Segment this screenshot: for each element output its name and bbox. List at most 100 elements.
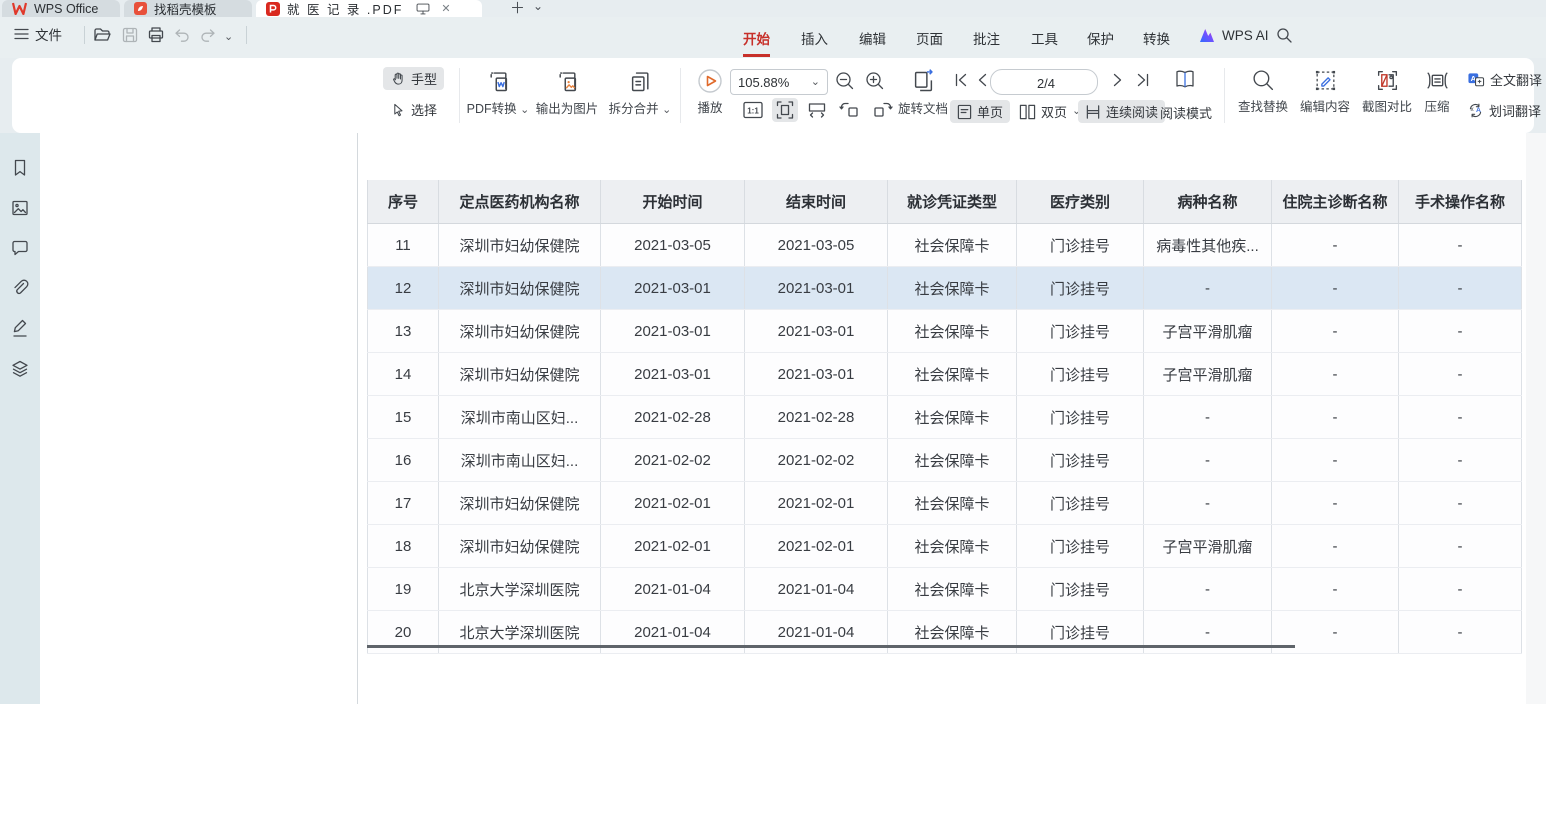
redo-icon[interactable] xyxy=(198,25,218,45)
wps-logo-icon xyxy=(12,2,27,15)
table-cell: - xyxy=(1399,525,1522,568)
zoom-in-icon[interactable] xyxy=(864,70,886,92)
attachment-icon[interactable] xyxy=(10,278,30,298)
menu-tab-protect[interactable]: 保护 xyxy=(1085,25,1116,51)
menu-tab-page[interactable]: 页面 xyxy=(914,25,945,51)
table-row[interactable]: 16深圳市南山区妇...2021-02-022021-02-02社会保障卡门诊挂… xyxy=(368,439,1522,482)
tab-docer[interactable]: 找稻壳模板 xyxy=(124,0,252,17)
close-tab-icon[interactable]: ✕ xyxy=(441,2,452,15)
hand-tool-button[interactable]: 手型 xyxy=(383,67,444,90)
save-icon[interactable] xyxy=(120,25,140,45)
export-image-icon xyxy=(554,68,581,95)
edit-content-button[interactable]: 编辑内容 xyxy=(1294,68,1356,115)
table-header-row: 序号定点医药机构名称开始时间结束时间就诊凭证类型医疗类别病种名称住院主诊断名称手… xyxy=(368,180,1522,224)
export-image-button[interactable]: 输出为图片 xyxy=(530,68,604,117)
tab-document[interactable]: 就 医 记 录 .PDF ✕ xyxy=(256,0,482,17)
read-mode-icon[interactable] xyxy=(1172,67,1198,93)
menu-tab-edit[interactable]: 编辑 xyxy=(857,25,888,51)
first-page-icon[interactable] xyxy=(952,71,970,89)
table-cell: - xyxy=(1399,611,1522,654)
search-icon[interactable] xyxy=(1276,27,1293,44)
page-indicator-input[interactable] xyxy=(991,70,1101,96)
tab-list-icon[interactable]: ⌄ xyxy=(533,0,543,13)
split-merge-button[interactable]: 拆分合并 ⌄ xyxy=(604,68,676,117)
full-translate-button[interactable]: A 全文翻译 xyxy=(1460,68,1546,91)
next-page-icon[interactable] xyxy=(1108,71,1126,89)
page-indicator[interactable] xyxy=(990,69,1098,95)
chevron-down-icon: ⌄ xyxy=(811,77,820,88)
new-tab-icon[interactable]: ＋ xyxy=(510,0,525,18)
actual-size-button[interactable]: 1:1 xyxy=(740,98,766,122)
comment-icon[interactable] xyxy=(10,238,30,258)
rotate-left-button[interactable] xyxy=(836,98,864,122)
table-cell: 社会保障卡 xyxy=(888,482,1017,525)
table-cell: 病毒性其他疾... xyxy=(1144,224,1272,267)
word-translate-icon: A x xyxy=(1467,102,1484,119)
split-merge-label: 拆分合并 xyxy=(609,102,659,116)
single-page-button[interactable]: 单页 xyxy=(950,100,1010,123)
tab-label: 找稻壳模板 xyxy=(154,0,217,18)
table-cell: 2021-02-01 xyxy=(745,525,888,568)
word-translate-button[interactable]: A x 划词翻译 ⌄ xyxy=(1460,99,1546,122)
table-cell: 12 xyxy=(368,267,439,310)
table-row[interactable]: 14深圳市妇幼保健院2021-03-012021-03-01社会保障卡门诊挂号子… xyxy=(368,353,1522,396)
zoom-level-value: 105.88% xyxy=(738,75,789,90)
table-cell: - xyxy=(1272,439,1399,482)
file-menu-button[interactable]: 文件 xyxy=(14,24,62,44)
wps-ai-label[interactable]: WPS AI xyxy=(1220,25,1271,46)
monitor-icon[interactable] xyxy=(416,3,430,15)
screenshot-compare-label: 截图对比 xyxy=(1362,96,1412,115)
open-file-icon[interactable] xyxy=(92,25,112,45)
layers-icon[interactable] xyxy=(10,359,30,379)
table-cell: - xyxy=(1399,396,1522,439)
pdf-page: 序号定点医药机构名称开始时间结束时间就诊凭证类型医疗类别病种名称住院主诊断名称手… xyxy=(358,133,1526,704)
table-row[interactable]: 17深圳市妇幼保健院2021-02-012021-02-01社会保障卡门诊挂号-… xyxy=(368,482,1522,525)
hand-icon xyxy=(390,71,406,87)
play-button[interactable]: 播放 xyxy=(688,68,732,116)
table-cell: 门诊挂号 xyxy=(1017,267,1144,310)
table-row[interactable]: 15深圳市南山区妇...2021-02-282021-02-28社会保障卡门诊挂… xyxy=(368,396,1522,439)
menu-tab-home[interactable]: 开始 xyxy=(741,25,772,51)
table-row[interactable]: 19北京大学深圳医院2021-01-042021-01-04社会保障卡门诊挂号-… xyxy=(368,568,1522,611)
thumbnail-icon[interactable] xyxy=(10,198,30,218)
rotate-document-button[interactable]: 旋转文档 xyxy=(890,68,956,117)
table-cell: 2021-02-02 xyxy=(745,439,888,482)
fit-page-button[interactable] xyxy=(772,98,798,122)
menu-tab-comment[interactable]: 批注 xyxy=(971,25,1002,51)
signature-pen-icon[interactable] xyxy=(10,317,30,339)
column-header: 开始时间 xyxy=(601,180,745,224)
select-tool-button[interactable]: 选择 xyxy=(383,98,444,121)
svg-text:x: x xyxy=(1471,106,1475,113)
document-area[interactable]: 序号定点医药机构名称开始时间结束时间就诊凭证类型医疗类别病种名称住院主诊断名称手… xyxy=(358,133,1546,704)
find-replace-button[interactable]: 查找替换 xyxy=(1232,68,1294,115)
tab-wps-office[interactable]: WPS Office xyxy=(2,0,120,17)
compress-button[interactable]: 压缩 xyxy=(1416,68,1458,115)
menu-tab-tools[interactable]: 工具 xyxy=(1029,25,1060,51)
menu-tab-convert[interactable]: 转换 xyxy=(1141,25,1172,51)
pdf-convert-button[interactable]: PDF转换 ⌄ xyxy=(466,68,530,117)
undo-icon[interactable] xyxy=(172,25,192,45)
continuous-read-button[interactable]: 连续阅读 xyxy=(1078,100,1165,123)
table-cell: 2021-02-28 xyxy=(745,396,888,439)
table-cell: - xyxy=(1399,568,1522,611)
last-page-icon[interactable] xyxy=(1134,71,1152,89)
fit-width-button[interactable] xyxy=(804,98,830,122)
screenshot-compare-button[interactable]: 截图对比 xyxy=(1356,68,1418,115)
table-row[interactable]: 11深圳市妇幼保健院2021-03-052021-03-05社会保障卡门诊挂号病… xyxy=(368,224,1522,267)
print-icon[interactable] xyxy=(146,25,166,45)
zoom-level-dropdown[interactable]: 105.88% ⌄ xyxy=(730,69,828,95)
bookmark-icon[interactable] xyxy=(10,158,30,178)
table-cell: 2021-01-04 xyxy=(601,568,745,611)
zoom-out-icon[interactable] xyxy=(834,70,856,92)
double-page-button[interactable]: 双页 ⌄ xyxy=(1012,100,1088,123)
table-cell: 子宫平滑肌瘤 xyxy=(1144,310,1272,353)
menu-tab-insert[interactable]: 插入 xyxy=(799,25,830,51)
table-row[interactable]: 13深圳市妇幼保健院2021-03-012021-03-01社会保障卡门诊挂号子… xyxy=(368,310,1522,353)
table-cell: - xyxy=(1272,267,1399,310)
quickbar-more-icon[interactable]: ⌄ xyxy=(222,27,235,46)
table-row[interactable]: 12深圳市妇幼保健院2021-03-012021-03-01社会保障卡门诊挂号-… xyxy=(368,267,1522,310)
table-row[interactable]: 18深圳市妇幼保健院2021-02-012021-02-01社会保障卡门诊挂号子… xyxy=(368,525,1522,568)
read-mode-label[interactable]: 阅读模式 xyxy=(1160,103,1212,122)
single-page-label: 单页 xyxy=(977,102,1003,121)
window-tab-bar: WPS Office 找稻壳模板 就 医 记 录 .PDF ✕ ＋ ⌄ xyxy=(0,0,1546,17)
